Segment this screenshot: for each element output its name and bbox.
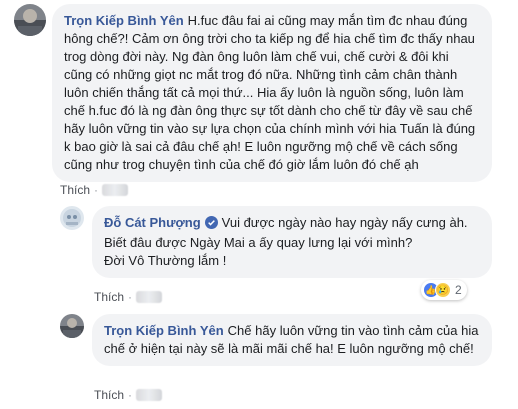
separator: · — [128, 290, 133, 304]
avatar[interactable] — [60, 206, 84, 230]
verified-badge-icon — [204, 216, 218, 234]
reaction-count: 2 — [455, 283, 462, 297]
separator: · — [128, 388, 133, 402]
comment-actions: Thích · — [94, 388, 163, 402]
avatar[interactable] — [14, 4, 46, 36]
comment-actions: Thích · — [94, 290, 163, 304]
avatar-image — [60, 314, 84, 338]
comment-bubble: Trọn Kiếp Bình Yên Chế hãy luôn vững tin … — [92, 314, 492, 366]
like-link[interactable]: Thích — [94, 388, 124, 402]
reactions-summary[interactable]: 👍 😢 2 — [421, 280, 467, 300]
avatar-image — [60, 206, 84, 230]
timestamp-blurred — [102, 184, 129, 196]
comment-author[interactable]: Trọn Kiếp Bình Yên — [64, 13, 184, 28]
separator: · — [94, 183, 99, 197]
like-link[interactable]: Thích — [60, 183, 90, 197]
avatar[interactable] — [60, 314, 84, 338]
comment-bubble: Đỗ Cát Phượng Vui được ngày nào hay ngày … — [92, 206, 492, 278]
timestamp-blurred — [136, 291, 163, 303]
sad-reaction-icon: 😢 — [435, 282, 451, 298]
comment-3: Trọn Kiếp Bình Yên Chế hãy luôn vững tin … — [60, 314, 492, 366]
comment-author[interactable]: Trọn Kiếp Bình Yên — [104, 323, 224, 338]
avatar-image — [14, 4, 46, 36]
comment-2: Đỗ Cát Phượng Vui được ngày nào hay ngày … — [60, 206, 492, 278]
comment-text: H.fuc đâu fai ai cũng may mắn tìm đc nha… — [64, 13, 479, 172]
timestamp-blurred — [136, 389, 163, 401]
comment-1: Trọn Kiếp Bình Yên H.fuc đâu fai ai cũng … — [14, 4, 492, 182]
comment-bubble: Trọn Kiếp Bình Yên H.fuc đâu fai ai cũng … — [52, 4, 492, 182]
like-link[interactable]: Thích — [94, 290, 124, 304]
comment-author[interactable]: Đỗ Cát Phượng — [104, 215, 201, 230]
comment-actions: Thích · — [60, 183, 129, 197]
